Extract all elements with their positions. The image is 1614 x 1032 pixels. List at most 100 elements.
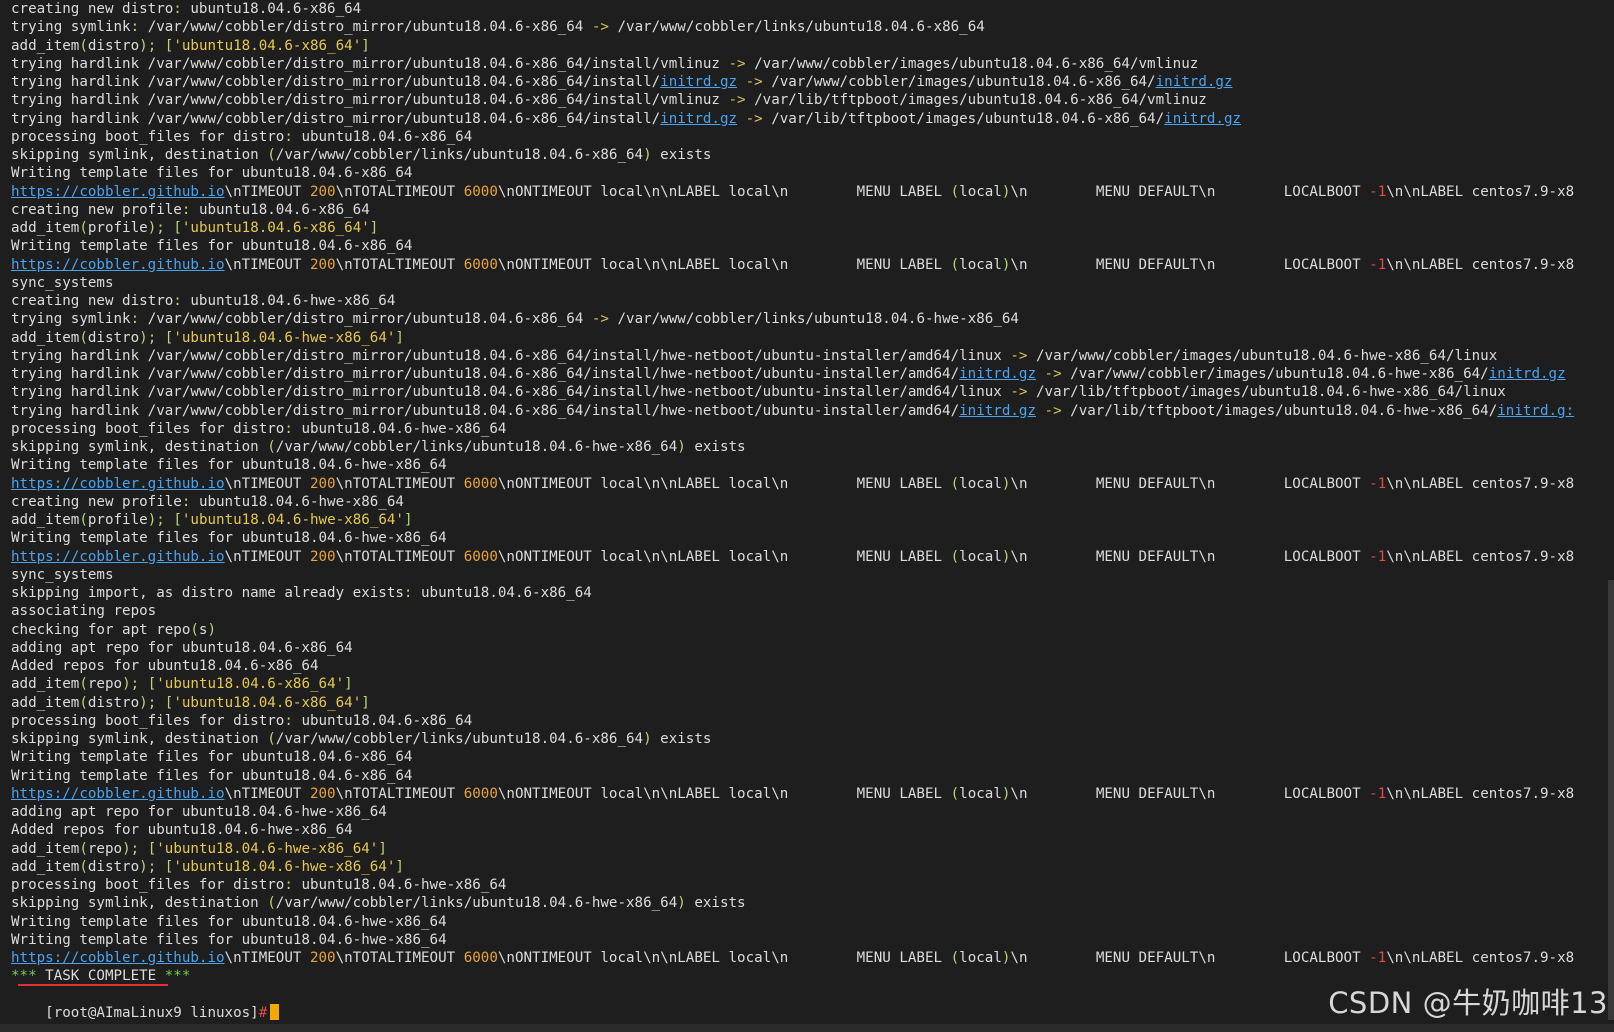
output-text: checking for apt repo (11, 621, 191, 638)
output-text: Writing template files for ubuntu18.04.6… (11, 749, 413, 766)
output-text: ) (147, 512, 157, 528)
text-cursor (270, 1004, 280, 1021)
output-text: /var/www/cobbler/links/ubuntu18.04.6-x86… (275, 147, 644, 163)
output-text: [ (173, 512, 182, 528)
output-text: -1 (1369, 785, 1387, 802)
output-link[interactable]: initrd.gz (1164, 111, 1241, 127)
output-text: ] (395, 858, 404, 875)
output-text: creating new distro (11, 1, 174, 17)
output-line: associating repos (11, 602, 156, 621)
output-text: \nONTIMEOUT local\n\nLABEL local\n MENU … (497, 256, 951, 273)
output-link[interactable]: initrd.gz (959, 366, 1036, 382)
output-text: \nTIMEOUT (224, 785, 310, 802)
output-link[interactable]: initrd.gz (1489, 366, 1566, 382)
prompt-line[interactable]: [root@AImaLinux9 linuxos]# (11, 986, 280, 1021)
output-text: -1 (1369, 475, 1387, 492)
output-line: processing boot_files for distro: ubuntu… (11, 128, 472, 147)
output-link[interactable]: https://cobbler.github.io (11, 476, 225, 492)
output-line: add_item(distro); ['ubuntu18.04.6-hwe-x8… (11, 858, 404, 877)
output-text: repo (87, 676, 123, 693)
output-text: ubuntu18.04.6-x86_64 (301, 128, 473, 145)
output-text: \n MENU DEFAULT\n LOCALBOOT (1010, 256, 1370, 273)
output-text: \nTOTALTIMEOUT (335, 256, 464, 273)
output-text: ( (79, 329, 88, 346)
output-text: \n\nLABEL centos7.9-x8 (1386, 785, 1575, 802)
output-text: exists (685, 439, 746, 455)
output-text: \nONTIMEOUT local\n\nLABEL local\n MENU … (497, 950, 951, 966)
output-text: local (959, 256, 1002, 273)
output-line: trying hardlink /var/www/cobbler/distro_… (11, 383, 1506, 402)
output-text: [ (147, 676, 157, 693)
output-text: 'ubuntu18.04.6-hwe-x86_64' (181, 512, 404, 528)
output-text: \n MENU DEFAULT\n LOCALBOOT (1010, 785, 1370, 802)
output-text: local (959, 183, 1002, 200)
output-link[interactable]: initrd.gz (660, 74, 737, 90)
output-text: skipping symlink, destination (11, 731, 268, 747)
output-text: local (959, 785, 1002, 802)
output-text: trying hardlink /var/www/cobbler/distro_… (11, 347, 1011, 364)
output-text: ( (950, 183, 960, 200)
output-text: ubuntu18.04.6-x86_64 (421, 585, 592, 601)
output-text: 'ubuntu18.04.6-x86_64' (173, 694, 362, 711)
output-text: 6000 (463, 548, 498, 565)
output-text: /var/www/cobbler/links/ubuntu18.04.6-hwe… (275, 439, 678, 455)
output-text: \nTIMEOUT (224, 950, 310, 966)
output-line: adding apt repo for ubuntu18.04.6-hwe-x8… (11, 803, 387, 822)
output-text: ) (139, 329, 148, 346)
output-line: skipping symlink, destination (/var/www/… (11, 438, 746, 457)
output-link[interactable]: initrd.g: (1497, 403, 1574, 419)
output-text: add_item (11, 840, 80, 857)
output-text: : (284, 712, 302, 729)
scrollbar[interactable] (1608, 580, 1614, 1020)
output-text: ( (190, 621, 199, 638)
output-text: trying hardlink /var/www/cobbler/distro_… (11, 110, 661, 127)
output-text: adding apt repo for ubuntu18.04.6-hwe-x8… (11, 804, 387, 820)
output-text: add_item (11, 37, 80, 54)
output-text: \nTIMEOUT (224, 475, 310, 492)
output-text: ( (79, 858, 88, 875)
output-text: ) (643, 147, 652, 163)
output-line: processing boot_files for distro: ubuntu… (11, 876, 506, 895)
output-text: ; (130, 676, 148, 693)
output-text: /var/www/cobbler/distro_mirror/ubuntu18.… (147, 311, 592, 328)
output-text: sync_systems (11, 274, 114, 291)
output-text: ) (139, 37, 148, 54)
output-text: ; (147, 37, 165, 54)
output-text: : (130, 311, 148, 328)
output-link[interactable]: initrd.gz (959, 403, 1036, 419)
terminal-window[interactable]: creating new distro: ubuntu18.04.6-x86_6… (0, 0, 1614, 1032)
output-text: ( (267, 895, 276, 912)
output-text: \nTOTALTIMEOUT (335, 475, 464, 492)
output-text: ) (643, 731, 652, 747)
output-text: ( (950, 256, 960, 273)
output-text: \nONTIMEOUT local\n\nLABEL local\n MENU … (497, 548, 951, 565)
output-link[interactable]: https://cobbler.github.io (11, 257, 225, 273)
output-text: ubuntu18.04.6-x86_64 (198, 201, 370, 218)
output-line: https://cobbler.github.io\nTIMEOUT 200\n… (11, 949, 1574, 968)
output-link[interactable]: https://cobbler.github.io (11, 184, 225, 200)
output-line: skipping symlink, destination (/var/www/… (11, 730, 711, 749)
output-text: /var/www/cobbler/links/ubuntu18.04.6-x86… (608, 19, 985, 36)
output-text: : (284, 128, 302, 145)
output-link[interactable]: initrd.gz (1156, 74, 1233, 90)
output-text: ) (147, 220, 157, 236)
output-text: trying hardlink /var/www/cobbler/distro_… (11, 402, 960, 419)
output-text: ( (950, 548, 960, 565)
output-text: ; (147, 858, 165, 875)
output-text: add_item (11, 676, 80, 693)
output-link[interactable]: https://cobbler.github.io (11, 786, 225, 802)
output-link[interactable]: https://cobbler.github.io (11, 549, 225, 565)
output-text: -1 (1369, 548, 1387, 565)
output-text: 'ubuntu18.04.6-x86_64' (173, 37, 362, 54)
output-text: ( (79, 220, 88, 236)
output-link[interactable]: initrd.gz (660, 111, 737, 127)
output-text: skipping symlink, destination (11, 439, 268, 455)
output-text: ) (139, 858, 148, 875)
output-text: TASK COMPLETE (45, 968, 157, 985)
output-text: ] (369, 220, 379, 236)
output-line: trying hardlink /var/www/cobbler/distro_… (11, 91, 1207, 110)
output-line: Writing template files for ubuntu18.04.6… (11, 237, 412, 256)
output-text: /var/www/cobbler/images/ubuntu18.04.6-hw… (1027, 347, 1498, 364)
output-text: 6000 (463, 475, 498, 492)
output-link[interactable]: https://cobbler.github.io (11, 950, 225, 966)
